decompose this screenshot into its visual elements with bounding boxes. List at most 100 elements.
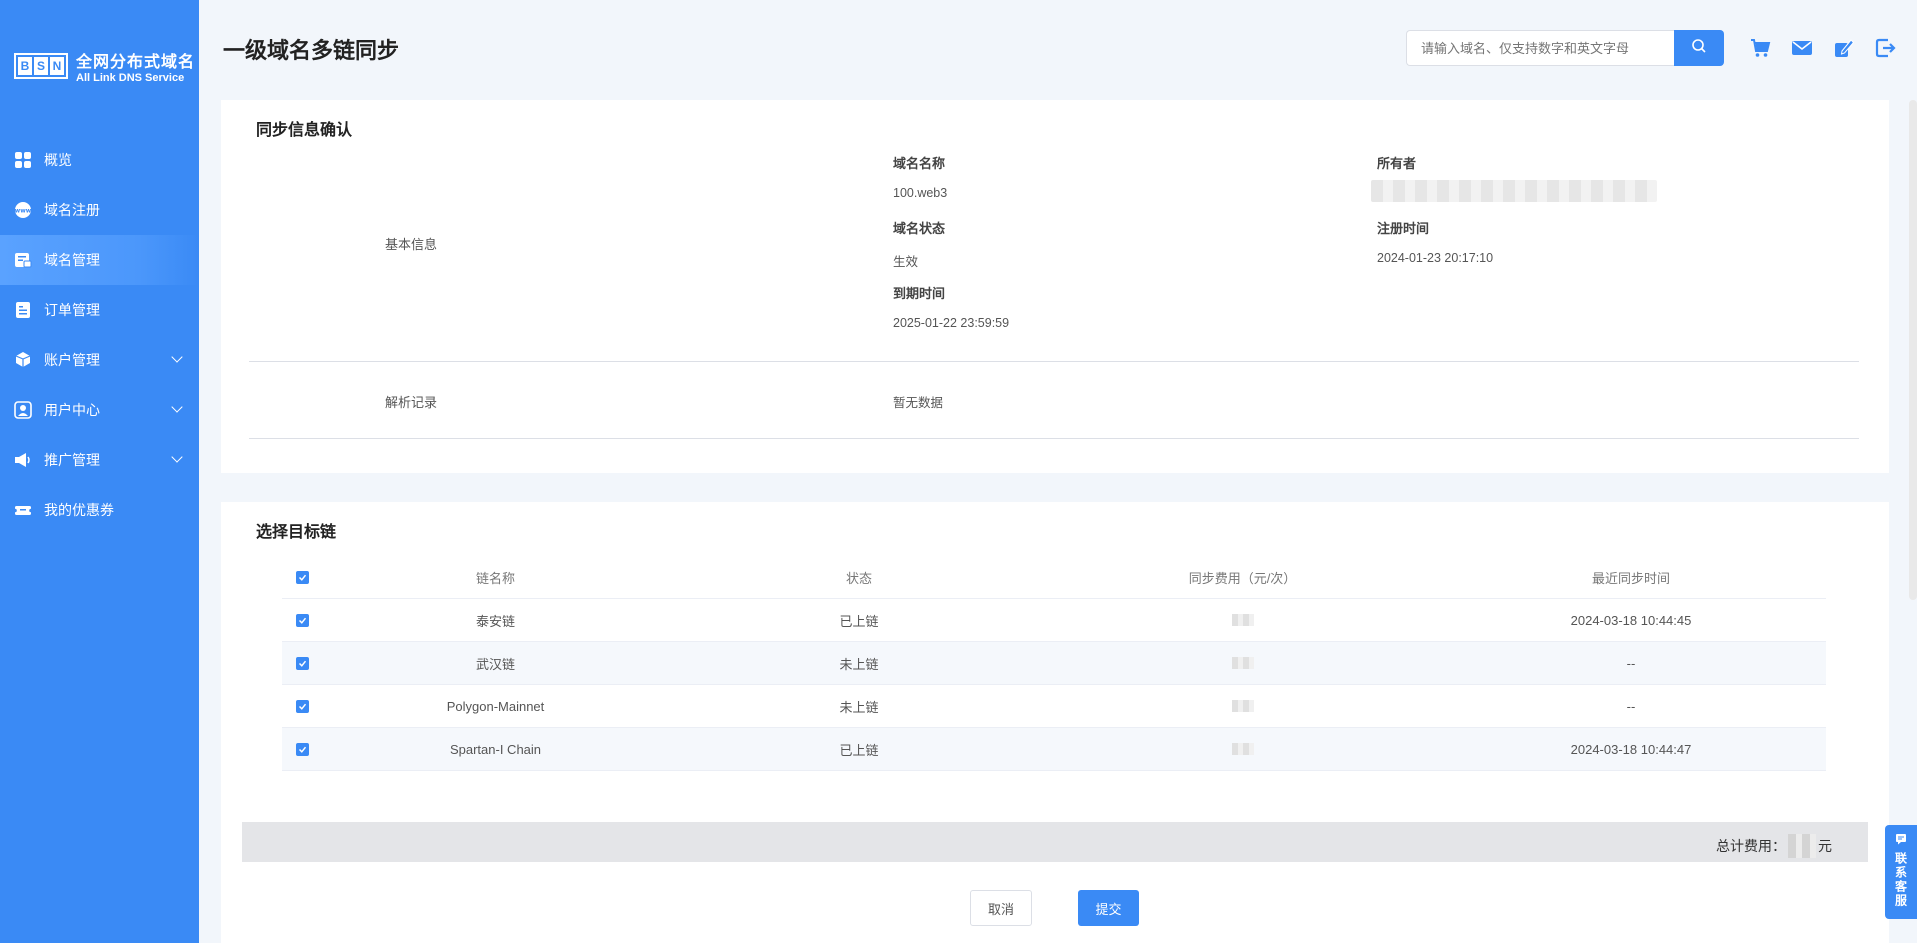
total-cost: 总计费用： 元 <box>1716 834 1832 858</box>
logout-icon[interactable] <box>1874 36 1898 60</box>
domain-name-label: 域名名称 <box>893 156 946 171</box>
sidebar-item-account-manage[interactable]: 账户管理 <box>0 335 199 385</box>
submit-button[interactable]: 提交 <box>1078 890 1139 926</box>
chain-name: Polygon-Mainnet <box>446 698 545 714</box>
sidebar-item-label: 域名管理 <box>44 252 100 268</box>
sidebar-item-overview[interactable]: 概览 <box>0 135 199 185</box>
chevron-down-icon <box>171 401 183 413</box>
domain-status-value: 生效 <box>893 255 919 269</box>
chain-name: 武汉链 <box>475 656 515 672</box>
domain-manage-icon <box>14 251 32 269</box>
row-checkbox[interactable] <box>295 613 309 627</box>
mail-icon[interactable] <box>1790 36 1814 60</box>
expire-time-label: 到期时间 <box>893 286 946 301</box>
search-icon <box>1691 38 1707 59</box>
bsn-logo-icon: B S N <box>14 53 68 79</box>
brand-logo[interactable]: B S N 全网分布式域名 All Link DNS Service <box>14 48 195 84</box>
chevron-down-icon <box>171 451 183 463</box>
header-actions <box>1748 36 1898 60</box>
target-chain-card: 选择目标链 链名称 状态 同步费用（元/次） 最近同步时间 泰安链 已上链 20… <box>221 502 1889 943</box>
megaphone-icon <box>14 451 32 469</box>
basic-info-label: 基本信息 <box>385 237 438 252</box>
records-label: 解析记录 <box>385 395 438 410</box>
logo-letter: N <box>50 57 64 75</box>
brand-title: 全网分布式域名 <box>76 54 196 71</box>
table-row: Spartan-I Chain 已上链 2024-03-18 10:44:47 <box>282 728 1826 771</box>
expire-time-value: 2025-01-22 23:59:59 <box>893 316 1010 330</box>
sidebar-item-label: 我的优惠券 <box>44 502 114 518</box>
sidebar-item-label: 订单管理 <box>44 302 100 318</box>
fee-redacted <box>1231 657 1254 669</box>
table-header: 链名称 状态 同步费用（元/次） 最近同步时间 <box>282 556 1826 599</box>
page-scrollbar[interactable] <box>1909 100 1917 600</box>
column-header: 同步费用（元/次） <box>1188 570 1297 586</box>
cancel-button[interactable]: 取消 <box>970 890 1032 926</box>
domain-name-value: 100.web3 <box>893 186 948 200</box>
total-bar: 总计费用： 元 <box>242 822 1868 862</box>
sidebar-item-coupons[interactable]: 我的优惠券 <box>0 485 199 535</box>
contact-support-label: 联系客服 <box>1893 852 1908 908</box>
fee-redacted <box>1231 700 1254 712</box>
account-icon <box>14 351 32 369</box>
column-header: 状态 <box>845 570 872 586</box>
search-input[interactable] <box>1406 30 1674 66</box>
total-cost-unit: 元 <box>1818 838 1832 854</box>
sidebar-item-order-manage[interactable]: 订单管理 <box>0 285 199 335</box>
row-checkbox[interactable] <box>295 656 309 670</box>
svg-text:www: www <box>15 208 32 215</box>
sync-info-card: 同步信息确认 基本信息 域名名称 100.web3 域名状态 生效 到期时间 2… <box>221 100 1889 473</box>
order-icon <box>14 301 32 319</box>
grid-icon <box>14 151 32 169</box>
sidebar-menu: 概览 www 域名注册 域名管理 订单管理 账户管理 用户中心 推广管理 我的优… <box>0 135 199 535</box>
brand-subtitle: All Link DNS Service <box>76 72 185 84</box>
chain-table: 链名称 状态 同步费用（元/次） 最近同步时间 泰安链 已上链 2024-03-… <box>282 556 1826 771</box>
cart-icon[interactable] <box>1748 36 1772 60</box>
sidebar-item-label: 用户中心 <box>44 402 100 418</box>
edit-icon[interactable] <box>1832 36 1856 60</box>
coupon-icon <box>14 501 32 519</box>
sidebar-item-promotion[interactable]: 推广管理 <box>0 435 199 485</box>
logo-letter: B <box>18 57 32 75</box>
sidebar-item-domain-register[interactable]: www 域名注册 <box>0 185 199 235</box>
table-row: 武汉链 未上链 -- <box>282 642 1826 685</box>
contact-support-button[interactable]: 联系客服 <box>1885 825 1917 919</box>
table-row: Polygon-Mainnet 未上链 -- <box>282 685 1826 728</box>
total-cost-label: 总计费用： <box>1716 838 1786 854</box>
domain-status-label: 域名状态 <box>893 221 946 236</box>
sidebar: B S N 全网分布式域名 All Link DNS Service 概览 ww… <box>0 0 199 943</box>
register-time-label: 注册时间 <box>1377 221 1430 236</box>
www-icon: www <box>14 201 32 219</box>
chain-name: Spartan-I Chain <box>449 741 542 757</box>
chain-status: 未上链 <box>839 656 879 672</box>
column-header: 链名称 <box>475 570 515 586</box>
sidebar-item-label: 账户管理 <box>44 352 100 368</box>
column-header: 最近同步时间 <box>1591 570 1670 586</box>
target-chain-title: 选择目标链 <box>256 524 337 541</box>
select-all-checkbox[interactable] <box>295 570 309 584</box>
sidebar-item-label: 概览 <box>44 152 72 168</box>
row-checkbox[interactable] <box>295 699 309 713</box>
table-row: 泰安链 已上链 2024-03-18 10:44:45 <box>282 599 1826 642</box>
fee-redacted <box>1231 743 1254 755</box>
last-sync-time: 2024-03-18 10:44:47 <box>1570 741 1692 757</box>
chain-status: 已上链 <box>839 613 879 629</box>
last-sync-time: 2024-03-18 10:44:45 <box>1570 612 1692 628</box>
chat-icon <box>1895 833 1907 848</box>
records-value: 暂无数据 <box>893 396 944 410</box>
chain-status: 已上链 <box>839 742 879 758</box>
sidebar-item-user-center[interactable]: 用户中心 <box>0 385 199 435</box>
chain-name: 泰安链 <box>475 613 515 629</box>
total-cost-redacted <box>1788 834 1816 858</box>
sidebar-item-label: 域名注册 <box>44 202 100 218</box>
owner-label: 所有者 <box>1377 156 1417 171</box>
sidebar-item-domain-manage[interactable]: 域名管理 <box>0 235 199 285</box>
owner-value-redacted <box>1371 180 1657 202</box>
logo-letter: S <box>34 57 48 75</box>
divider <box>249 438 1859 439</box>
sync-info-title: 同步信息确认 <box>256 122 353 139</box>
divider <box>249 361 1859 362</box>
page-title: 一级域名多链同步 <box>223 38 400 63</box>
row-checkbox[interactable] <box>295 742 309 756</box>
search-button[interactable] <box>1674 30 1724 66</box>
user-center-icon <box>14 401 32 419</box>
